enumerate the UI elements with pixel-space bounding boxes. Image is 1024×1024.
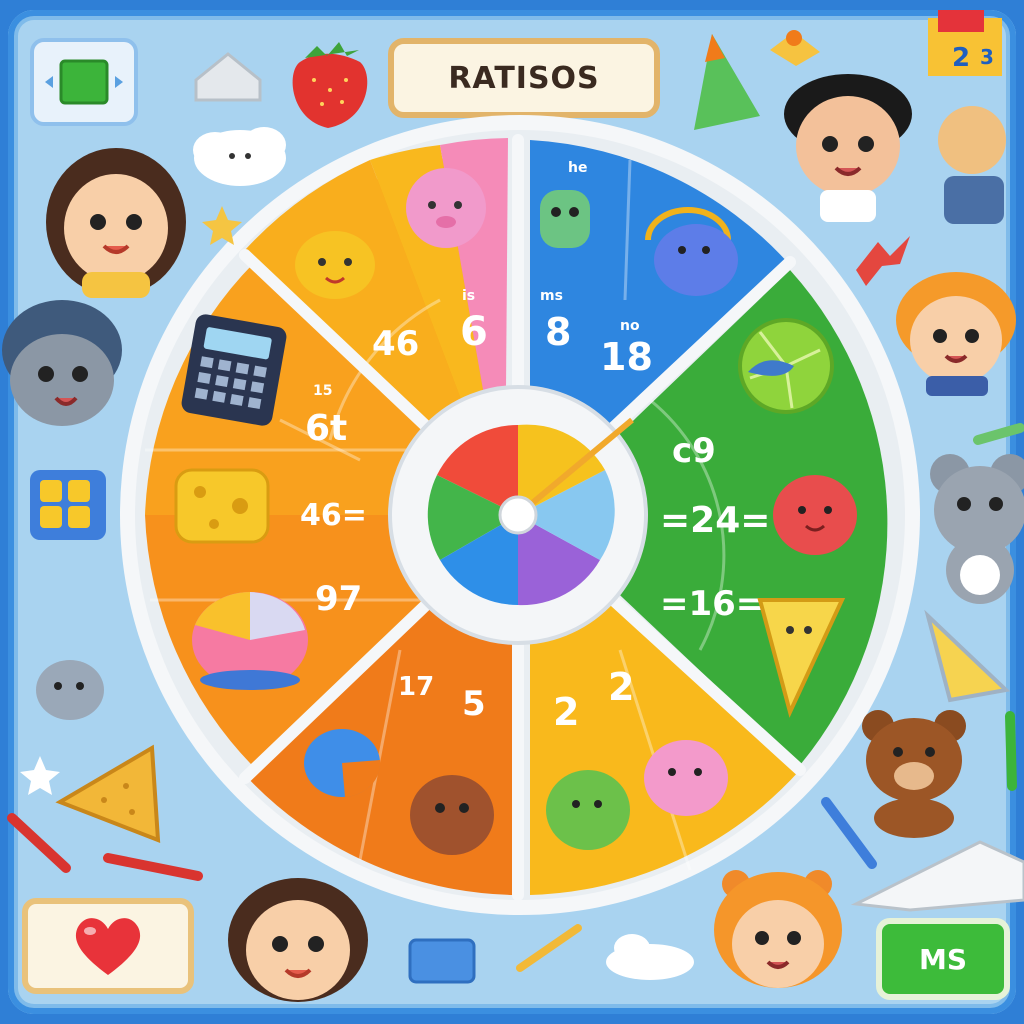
- heart-button[interactable]: [22, 898, 194, 994]
- heart-icon: [75, 918, 141, 975]
- page-title: RATISOS: [388, 38, 660, 118]
- game-board: [8, 10, 1016, 1014]
- menu-button[interactable]: [30, 38, 138, 126]
- ms-button[interactable]: MS: [876, 918, 1010, 1000]
- green-square-icon: [45, 59, 123, 105]
- game-screen: RATISOS MS 46 6 8 18 6t 46= 97 c9 =24= =…: [0, 0, 1024, 1024]
